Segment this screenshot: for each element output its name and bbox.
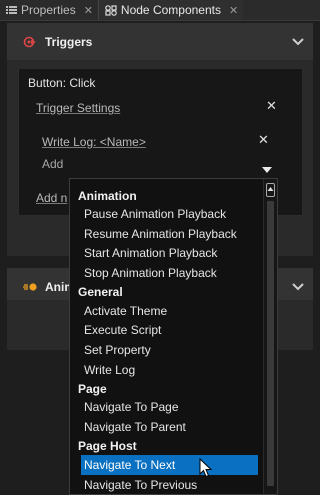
chevron-down-icon[interactable] — [292, 35, 304, 49]
action-link[interactable]: Write Log: <Name> — [42, 135, 146, 149]
dropdown-item[interactable]: Navigate To Parent — [70, 417, 258, 437]
dropdown-item[interactable]: Execute Script — [70, 320, 258, 340]
dropdown-item[interactable]: Start Animation Playback — [70, 243, 258, 263]
dropdown-item[interactable]: Navigate To Page — [70, 397, 258, 417]
close-icon[interactable]: ✕ — [84, 4, 93, 17]
trigger-title: Button: Click — [28, 76, 96, 90]
remove-trigger-button[interactable]: ✕ — [266, 98, 277, 114]
dropdown-item[interactable]: Navigate To Previous — [70, 475, 258, 494]
chevron-down-icon[interactable] — [292, 280, 304, 294]
tab-label: Node Components — [120, 3, 221, 17]
dropdown-category: Page Host — [78, 439, 137, 453]
trigger-icon — [23, 36, 39, 48]
dropdown-item-selected[interactable]: Navigate To Next — [81, 455, 258, 475]
dropdown-item[interactable]: Resume Animation Playback — [70, 224, 258, 244]
add-next-link[interactable]: Add n — [36, 191, 67, 205]
triggers-section-header[interactable]: Triggers — [7, 23, 313, 60]
mouse-cursor-icon — [199, 457, 213, 481]
node-components-icon — [105, 4, 117, 16]
remove-action-button[interactable]: ✕ — [258, 132, 269, 148]
tab-bar: Properties ✕ Node Components ✕ — [0, 0, 320, 21]
dropdown-item[interactable]: Pause Animation Playback — [70, 204, 258, 224]
animation-icon — [23, 282, 39, 292]
dropdown-arrow-icon[interactable] — [262, 162, 272, 176]
close-icon[interactable]: ✕ — [229, 4, 238, 17]
dropdown-scrollbar[interactable] — [263, 179, 277, 494]
dropdown-category: Page — [78, 382, 107, 396]
dropdown-category: Animation — [78, 189, 137, 203]
dropdown-item[interactable]: Activate Theme — [70, 301, 258, 321]
tab-properties[interactable]: Properties ✕ — [0, 0, 98, 20]
trigger-settings-link[interactable]: Trigger Settings — [36, 101, 120, 115]
add-action-dropdown[interactable]: Add — [42, 157, 63, 171]
tab-label: Properties — [21, 3, 76, 17]
dropdown-category: General — [78, 285, 123, 299]
tab-node-components[interactable]: Node Components ✕ — [98, 0, 244, 20]
scrollbar-thumb[interactable] — [267, 201, 274, 486]
list-icon — [6, 5, 17, 15]
section-title: Triggers — [45, 34, 93, 49]
dropdown-item[interactable]: Set Property — [70, 340, 258, 360]
action-type-dropdown: Animation Pause Animation Playback Resum… — [69, 178, 278, 495]
scroll-up-icon[interactable] — [266, 183, 275, 197]
dropdown-item[interactable]: Stop Animation Playback — [70, 263, 258, 283]
dropdown-item[interactable]: Write Log — [70, 360, 258, 380]
